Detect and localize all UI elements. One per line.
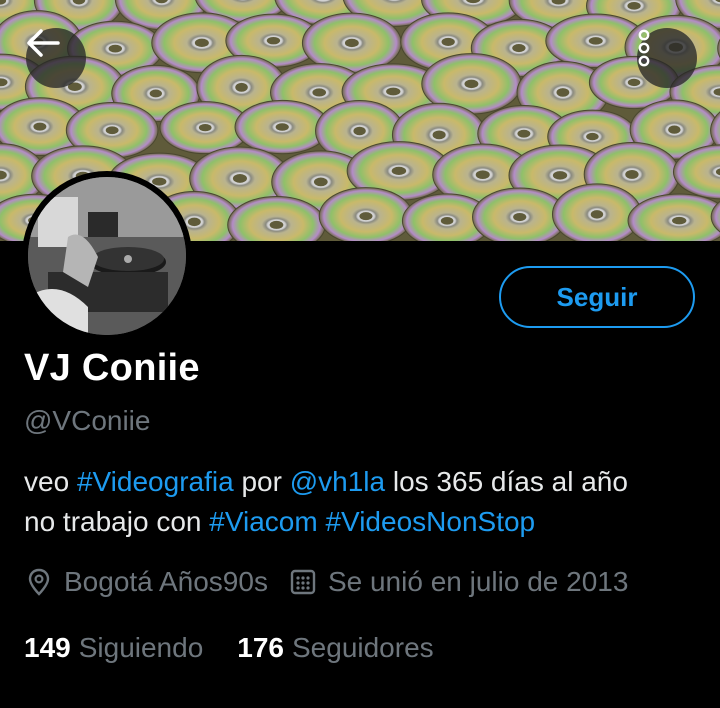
follow-stats: 149 Siguiendo 176 Seguidores xyxy=(24,632,434,664)
profile-name: VJ Coniie xyxy=(24,347,200,389)
following-label: Siguiendo xyxy=(78,632,204,663)
following-count: 149 xyxy=(24,632,71,663)
more-vertical-icon xyxy=(638,29,650,67)
profile-handle: @VConiie xyxy=(24,405,151,436)
bio-text: no trabajo con xyxy=(24,506,202,537)
arrow-left-icon xyxy=(27,29,60,57)
bio-text: veo xyxy=(24,466,70,497)
mention-link[interactable]: @vh1la xyxy=(290,466,385,497)
hashtag-link[interactable]: #Videografia xyxy=(77,466,234,497)
calendar-icon xyxy=(288,567,318,597)
profile-location: Bogotá Años90s xyxy=(64,566,268,597)
followers-link[interactable]: 176 Seguidores xyxy=(237,632,433,664)
hashtag-link[interactable]: #VideosNonStop xyxy=(325,506,535,537)
followers-count: 176 xyxy=(237,632,284,663)
avatar-image xyxy=(28,177,186,335)
more-options-button[interactable] xyxy=(637,28,697,88)
profile-joined-date: Se unió en julio de 2013 xyxy=(327,566,629,597)
profile-meta: Bogotá Años90s Se unió en julio de 2013 xyxy=(24,566,628,598)
hashtag-link[interactable]: #Viacom xyxy=(209,506,317,537)
avatar[interactable] xyxy=(22,171,192,341)
following-link[interactable]: 149 Siguiendo xyxy=(24,632,203,664)
bio-text: por xyxy=(241,466,282,497)
profile-bio: veo #Videografia por @vh1la los 365 días… xyxy=(24,462,704,542)
follow-button[interactable]: Seguir xyxy=(499,266,695,328)
location-pin-icon xyxy=(24,567,54,597)
followers-label: Seguidores xyxy=(292,632,434,663)
bio-text: los 365 días al año xyxy=(392,466,628,497)
back-button[interactable] xyxy=(26,28,86,88)
